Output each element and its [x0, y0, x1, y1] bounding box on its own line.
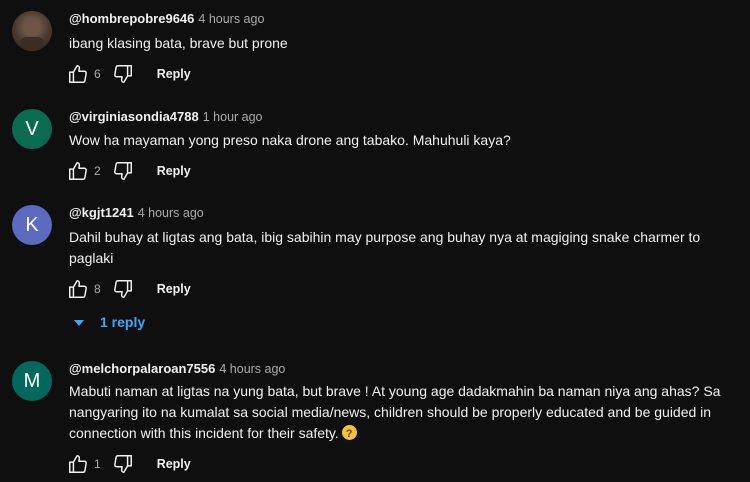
comment-actions: 1 Reply: [66, 452, 191, 476]
like-count: 8: [94, 282, 101, 296]
dislike-button[interactable]: [111, 277, 135, 301]
avatar-photo-icon: [20, 19, 44, 51]
comment-time[interactable]: 4 hours ago: [198, 12, 264, 26]
like-count: 6: [94, 67, 101, 81]
avatar-letter: M: [23, 369, 41, 392]
comment-time[interactable]: 1 hour ago: [203, 110, 263, 124]
comment-text-body: Mabuti naman at ligtas na yung bata, but…: [69, 383, 721, 441]
like-button[interactable]: [66, 277, 90, 301]
dislike-button[interactable]: [111, 452, 135, 476]
thumbs-down-icon: [113, 65, 132, 83]
dislike-button[interactable]: [111, 62, 135, 86]
like-button[interactable]: [66, 452, 90, 476]
thumbs-down-icon: [113, 280, 132, 298]
comment-author[interactable]: @kgjt1241: [69, 205, 134, 220]
comment-author[interactable]: @hombrepobre9646: [69, 11, 194, 26]
thumbs-down-icon: [113, 455, 132, 473]
comment-author[interactable]: @melchorpalaroan7556: [69, 361, 215, 376]
avatar[interactable]: M: [12, 361, 52, 401]
avatar-letter: K: [25, 213, 39, 236]
comment-text: Dahil buhay at ligtas ang bata, ibig sab…: [69, 229, 701, 266]
comment-time[interactable]: 4 hours ago: [219, 362, 285, 376]
avatar[interactable]: [12, 11, 52, 51]
comment-actions: 2 Reply: [66, 159, 191, 183]
thumbs-up-icon: [69, 162, 87, 180]
comment-author[interactable]: @virginiasondia4788: [69, 109, 199, 124]
comment-text: ibang klasing bata, brave but prone: [69, 35, 288, 51]
thumbs-up-icon: [69, 455, 87, 473]
reply-button[interactable]: Reply: [157, 164, 191, 178]
dislike-button[interactable]: [111, 159, 135, 183]
like-button[interactable]: [66, 62, 90, 86]
comment-time[interactable]: 4 hours ago: [138, 206, 204, 220]
chevron-down-icon: [74, 320, 84, 326]
comment-text: Wow ha mayaman yong preso naka drone ang…: [69, 132, 511, 148]
comment-actions: 6 Reply: [66, 62, 191, 86]
avatar[interactable]: K: [12, 205, 52, 245]
like-count: 2: [94, 164, 101, 178]
reply-button[interactable]: Reply: [157, 457, 191, 471]
thumbs-up-icon: [69, 280, 87, 298]
view-replies-button[interactable]: 1 reply: [74, 314, 145, 330]
comment-header: @virginiasondia4788 1 hour ago: [69, 109, 263, 124]
thumbs-down-icon: [113, 162, 132, 180]
avatar[interactable]: V: [12, 109, 52, 149]
comment-text: Mabuti naman at ligtas na yung bata, but…: [69, 381, 739, 445]
thumbs-up-icon: [69, 65, 87, 83]
comment-header: @kgjt1241 4 hours ago: [69, 205, 204, 220]
reply-button[interactable]: Reply: [157, 282, 191, 296]
comment-actions: 8 Reply: [66, 277, 191, 301]
thinking-face-emoji-icon: [341, 424, 357, 445]
comment-header: @hombrepobre9646 4 hours ago: [69, 11, 264, 26]
avatar-letter: V: [25, 117, 39, 140]
like-button[interactable]: [66, 159, 90, 183]
reply-button[interactable]: Reply: [157, 67, 191, 81]
comment-header: @melchorpalaroan7556 4 hours ago: [69, 361, 285, 376]
like-count: 1: [94, 457, 101, 471]
replies-label: 1 reply: [100, 314, 146, 330]
